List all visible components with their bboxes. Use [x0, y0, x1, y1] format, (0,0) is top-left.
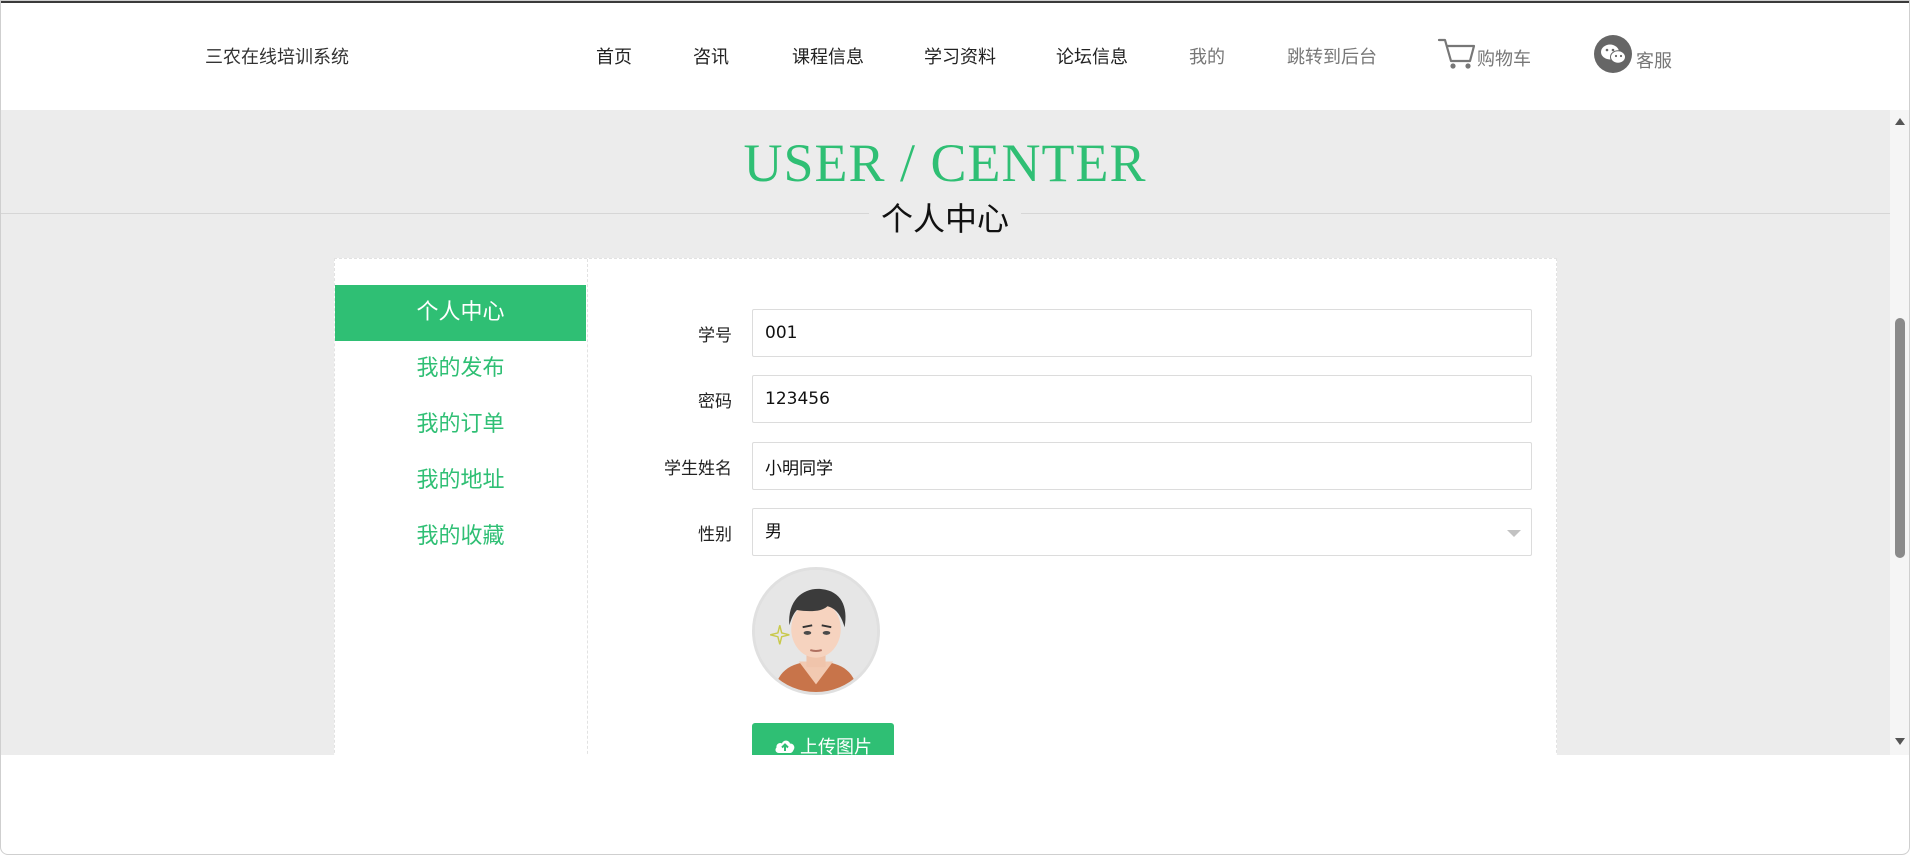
- student-id-label: 学号: [698, 326, 732, 346]
- avatar-illustration: [755, 570, 877, 692]
- nav-forum[interactable]: 论坛信息: [1056, 43, 1128, 69]
- upload-image-button[interactable]: 上传图片: [752, 723, 894, 755]
- upload-image-label: 上传图片: [800, 737, 872, 755]
- page-content: USER / CENTER 个人中心 个人中心 我的发布 我的订单 我的地址 我…: [0, 110, 1910, 755]
- banner-title: USER / CENTER: [743, 133, 1147, 193]
- gender-select-value: 男: [765, 522, 782, 542]
- scroll-up-arrow-icon[interactable]: [1895, 118, 1905, 125]
- scroll-down-arrow-icon[interactable]: [1895, 738, 1905, 745]
- nav-cart[interactable]: 购物车: [1437, 35, 1531, 71]
- site-brand[interactable]: 三农在线培训系统: [205, 43, 349, 69]
- banner-subtitle: 个人中心: [868, 200, 1021, 238]
- nav-news[interactable]: 咨讯: [693, 43, 729, 69]
- user-center-card: 个人中心 我的发布 我的订单 我的地址 我的收藏 学号 密码 学生姓名 性别 男: [334, 258, 1557, 755]
- password-label: 密码: [698, 392, 732, 412]
- site-header: 三农在线培训系统 首页 咨讯 课程信息 学习资料 论坛信息 我的 跳转到后台 购…: [0, 3, 1910, 110]
- nav-admin[interactable]: 跳转到后台: [1287, 43, 1377, 69]
- avatar: [752, 567, 880, 695]
- nav-mine[interactable]: 我的: [1189, 43, 1225, 69]
- page-scrollbar[interactable]: [1890, 110, 1910, 755]
- wechat-icon: [1594, 35, 1632, 73]
- banner-subtitle-wrap: 个人中心: [0, 194, 1890, 240]
- nav-service[interactable]: 客服: [1594, 35, 1672, 73]
- student-name-label: 学生姓名: [664, 459, 732, 479]
- form-row-student-id: 学号: [335, 309, 1532, 357]
- cart-icon: [1437, 38, 1476, 69]
- chevron-down-icon: [1507, 530, 1521, 537]
- service-label: 客服: [1636, 51, 1672, 72]
- form-row-password: 密码: [335, 375, 1532, 423]
- password-input[interactable]: [752, 375, 1532, 423]
- student-name-input[interactable]: [752, 442, 1532, 490]
- gender-select[interactable]: 男: [752, 508, 1532, 556]
- cart-label: 购物车: [1477, 49, 1531, 70]
- nav-courses[interactable]: 课程信息: [792, 43, 864, 69]
- nav-materials[interactable]: 学习资料: [924, 43, 996, 69]
- cloud-upload-icon: [775, 740, 795, 753]
- gender-label: 性别: [698, 525, 732, 545]
- form-row-gender: 性别 男: [335, 508, 1532, 556]
- scrollbar-thumb[interactable]: [1895, 318, 1905, 558]
- nav-home[interactable]: 首页: [596, 43, 632, 69]
- student-id-input[interactable]: [752, 309, 1532, 357]
- form-row-name: 学生姓名: [335, 442, 1532, 490]
